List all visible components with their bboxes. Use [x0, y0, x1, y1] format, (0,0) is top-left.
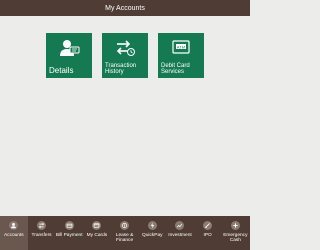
- nav-item-label: Accounts: [3, 233, 24, 238]
- nav-item-investment[interactable]: Investment: [166, 216, 194, 250]
- transaction-history-tile[interactable]: Transaction History: [102, 33, 148, 78]
- svg-text:ATM: ATM: [177, 44, 185, 49]
- account-icon: [9, 221, 19, 230]
- nav-item-transfers[interactable]: Transfers: [28, 216, 56, 250]
- user-id-icon: [60, 40, 80, 56]
- bottom-navigation: Accounts Transfers Bill Payment My Cards…: [0, 216, 250, 250]
- finance-icon: [120, 221, 130, 230]
- nav-item-label: Emergency Cash: [223, 233, 248, 243]
- nav-item-label: Transfers: [31, 233, 52, 238]
- atm-card-icon: ATM: [172, 40, 190, 54]
- emergency-cash-icon: [230, 221, 240, 230]
- details-tile[interactable]: Details: [46, 33, 92, 78]
- nav-item-bill-payment[interactable]: Bill Payment: [55, 216, 83, 250]
- bill-icon: [64, 221, 74, 230]
- transfer-history-icon: [116, 40, 135, 56]
- nav-item-label: IPO: [203, 233, 212, 238]
- debit-card-services-tile[interactable]: ATM Debit Card Services: [158, 33, 204, 78]
- details-tile-label: Details: [49, 66, 74, 75]
- nav-item-emergency-cash[interactable]: Emergency Cash: [222, 216, 250, 250]
- nav-item-lease-finance[interactable]: Lease & Finance: [111, 216, 139, 250]
- nav-item-accounts[interactable]: Accounts: [0, 216, 28, 250]
- nav-item-quickpay[interactable]: QuickPay: [138, 216, 166, 250]
- nav-item-label: Investment: [168, 233, 192, 238]
- ipo-icon: [203, 221, 213, 230]
- quickpay-icon: [147, 221, 157, 230]
- nav-item-my-cards[interactable]: My Cards: [83, 216, 111, 250]
- nav-item-label: Lease & Finance: [115, 233, 134, 243]
- header-bar: My Accounts: [0, 0, 250, 16]
- debit-card-services-tile-label: Debit Card Services: [161, 63, 190, 75]
- nav-item-label: Bill Payment: [55, 233, 83, 238]
- nav-item-ipo[interactable]: IPO: [194, 216, 222, 250]
- investment-icon: [175, 221, 185, 230]
- page-title: My Accounts: [105, 4, 145, 12]
- transfer-icon: [37, 221, 47, 230]
- card-icon: [92, 221, 102, 230]
- nav-item-label: QuickPay: [142, 233, 163, 238]
- nav-item-label: My Cards: [86, 233, 108, 238]
- transaction-history-tile-label: Transaction History: [105, 63, 137, 75]
